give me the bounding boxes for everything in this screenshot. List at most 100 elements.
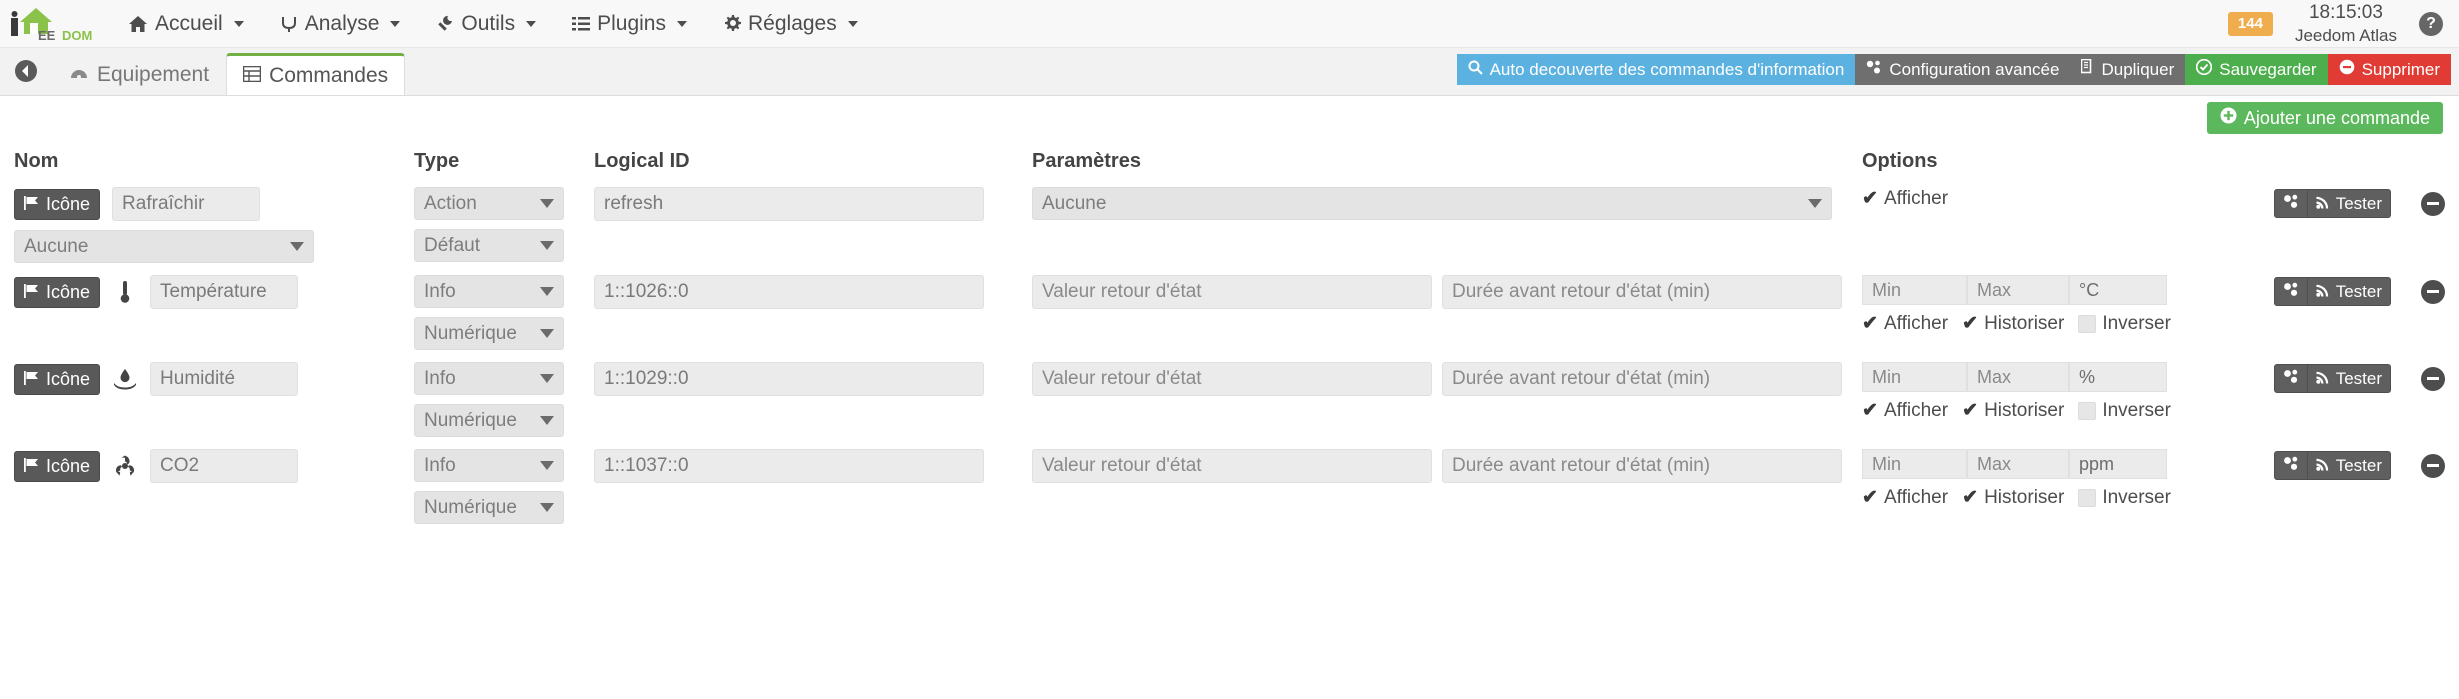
type-select[interactable]: Info <box>414 449 564 482</box>
logical-id-input[interactable]: 1::1026::0 <box>594 275 984 309</box>
tab-equipement[interactable]: Equipement <box>52 53 226 95</box>
type-select-label: Action <box>424 192 477 214</box>
duplicate-button[interactable]: Dupliquer <box>2070 54 2186 85</box>
logical-id-input[interactable]: refresh <box>594 187 984 221</box>
command-name-input[interactable]: Humidité <box>150 362 299 396</box>
message-count-badge[interactable]: 144 <box>2227 11 2273 36</box>
historiser-checkbox[interactable]: ✔ Historiser <box>1962 312 2064 335</box>
auto-discover-button[interactable]: Auto decouverte des commandes d'informat… <box>1456 54 1856 85</box>
duree-retour-input[interactable]: Durée avant retour d'état (min) <box>1442 275 1842 309</box>
tester-button[interactable]: Tester <box>2307 277 2391 306</box>
save-button[interactable]: Sauvegarder <box>2185 54 2328 85</box>
configure-button[interactable] <box>2273 277 2308 306</box>
cell-logical-id: refresh <box>594 187 1032 275</box>
subtype-select[interactable]: Numérique <box>414 404 564 437</box>
historiser-label: Historiser <box>1984 399 2065 421</box>
tester-label: Tester <box>2335 193 2382 213</box>
unit-input[interactable]: °C <box>2069 275 2167 305</box>
historiser-label: Historiser <box>1984 312 2065 334</box>
advanced-config-button[interactable]: Configuration avancée <box>1855 54 2071 85</box>
command-name-input[interactable]: CO2 <box>150 449 299 483</box>
param-select[interactable]: Aucune <box>1032 187 1832 220</box>
max-input[interactable]: Max <box>1967 275 2069 305</box>
afficher-checkbox[interactable]: ✔ Afficher <box>1862 486 1948 509</box>
cell-parametres: Valeur retour d'état Durée avant retour … <box>1032 449 1862 536</box>
subtype-select-label: Numérique <box>424 409 517 431</box>
check-icon: ✔ <box>1862 487 1878 508</box>
subtype-select[interactable]: Numérique <box>414 317 564 350</box>
logical-id-input[interactable]: 1::1037::0 <box>594 449 984 483</box>
chevron-down-icon <box>390 20 401 27</box>
afficher-checkbox[interactable]: ✔ Afficher <box>1862 312 1948 335</box>
icone-button[interactable]: Icône <box>14 188 101 220</box>
help-icon[interactable]: ? <box>2419 11 2443 36</box>
historiser-checkbox[interactable]: ✔ Historiser <box>1962 399 2064 422</box>
icone-button[interactable]: Icône <box>14 276 101 308</box>
value-select[interactable]: Aucune <box>14 230 314 263</box>
delete-button[interactable]: Supprimer <box>2327 54 2451 85</box>
cell-type: Info Numérique <box>414 449 594 536</box>
min-input[interactable]: Min <box>1862 362 1967 392</box>
unit-input[interactable]: ppm <box>2069 449 2167 479</box>
type-select[interactable]: Info <box>414 275 564 308</box>
jeedom-logo[interactable]: EE DOM <box>0 0 110 48</box>
inverser-checkbox[interactable]: Inverser <box>2078 487 2171 509</box>
afficher-checkbox[interactable]: ✔ Afficher <box>1862 399 1948 422</box>
subtype-select[interactable]: Numérique <box>414 491 564 524</box>
nav-item-outils[interactable]: Outils <box>418 0 554 48</box>
table-row: Icône Température Info Numérique 1::1026… <box>14 275 2445 362</box>
max-input[interactable]: Max <box>1967 362 2069 392</box>
type-select[interactable]: Action <box>414 187 564 220</box>
max-input[interactable]: Max <box>1967 449 2069 479</box>
remove-command-button[interactable] <box>2421 191 2445 216</box>
nav-item-analyse[interactable]: Analyse <box>262 0 419 48</box>
subtype-select-label: Numérique <box>424 322 517 344</box>
jeedom-logo-icon: EE DOM <box>11 7 92 43</box>
valeur-retour-input[interactable]: Valeur retour d'état <box>1032 275 1432 309</box>
subtype-select[interactable]: Défaut <box>414 229 564 262</box>
tab-commandes[interactable]: Commandes <box>226 53 406 95</box>
min-input[interactable]: Min <box>1862 449 1967 479</box>
type-select[interactable]: Info <box>414 362 564 395</box>
tester-button[interactable]: Tester <box>2307 451 2391 480</box>
valeur-retour-input[interactable]: Valeur retour d'état <box>1032 449 1432 483</box>
inverser-checkbox[interactable]: Inverser <box>2078 313 2171 335</box>
duree-retour-input[interactable]: Durée avant retour d'état (min) <box>1442 449 1842 483</box>
table-header-row: Nom Type Logical ID Paramètres Options <box>14 144 2445 187</box>
cell-nom: Icône Rafraîchir Aucune <box>14 187 414 275</box>
tester-button[interactable]: Tester <box>2307 189 2391 218</box>
header-logical-id: Logical ID <box>594 150 690 172</box>
nav-item-accueil[interactable]: Accueil <box>110 0 262 48</box>
command-name-input[interactable]: Rafraîchir <box>112 187 261 221</box>
remove-command-button[interactable] <box>2421 366 2445 391</box>
tester-button[interactable]: Tester <box>2307 364 2391 393</box>
nav-item-reglages[interactable]: Réglages <box>705 0 876 48</box>
back-button[interactable] <box>0 47 52 95</box>
command-name-input[interactable]: Température <box>150 275 299 309</box>
historiser-checkbox[interactable]: ✔ Historiser <box>1962 486 2064 509</box>
duree-retour-input[interactable]: Durée avant retour d'état (min) <box>1442 362 1842 396</box>
remove-command-button[interactable] <box>2421 453 2445 478</box>
min-input[interactable]: Min <box>1862 275 1967 305</box>
add-command-button[interactable]: Ajouter une commande <box>2206 102 2443 134</box>
inverser-checkbox[interactable]: Inverser <box>2078 400 2171 422</box>
nav-item-plugins[interactable]: Plugins <box>554 0 705 48</box>
icone-button[interactable]: Icône <box>14 363 101 395</box>
icone-label: Icône <box>46 281 91 302</box>
remove-command-button[interactable] <box>2421 279 2445 304</box>
configure-button[interactable] <box>2273 451 2308 480</box>
afficher-checkbox[interactable]: ✔ Afficher <box>1862 187 1948 210</box>
icone-label: Icône <box>46 193 91 214</box>
chevron-down-icon <box>540 416 554 425</box>
clock-time: 18:15:03 <box>2308 2 2383 23</box>
logical-id-input[interactable]: 1::1029::0 <box>594 362 984 396</box>
svg-text:DOM: DOM <box>62 28 92 43</box>
configure-button[interactable] <box>2273 364 2308 393</box>
unit-input[interactable]: % <box>2069 362 2167 392</box>
configure-button[interactable] <box>2273 189 2308 218</box>
chevron-down-icon <box>526 20 537 27</box>
valeur-retour-input[interactable]: Valeur retour d'état <box>1032 362 1432 396</box>
cell-nom: Icône Humidité <box>14 362 414 449</box>
icone-button[interactable]: Icône <box>14 450 101 482</box>
navbar-right: 144 18:15:03 Jeedom Atlas ? <box>2227 0 2459 48</box>
